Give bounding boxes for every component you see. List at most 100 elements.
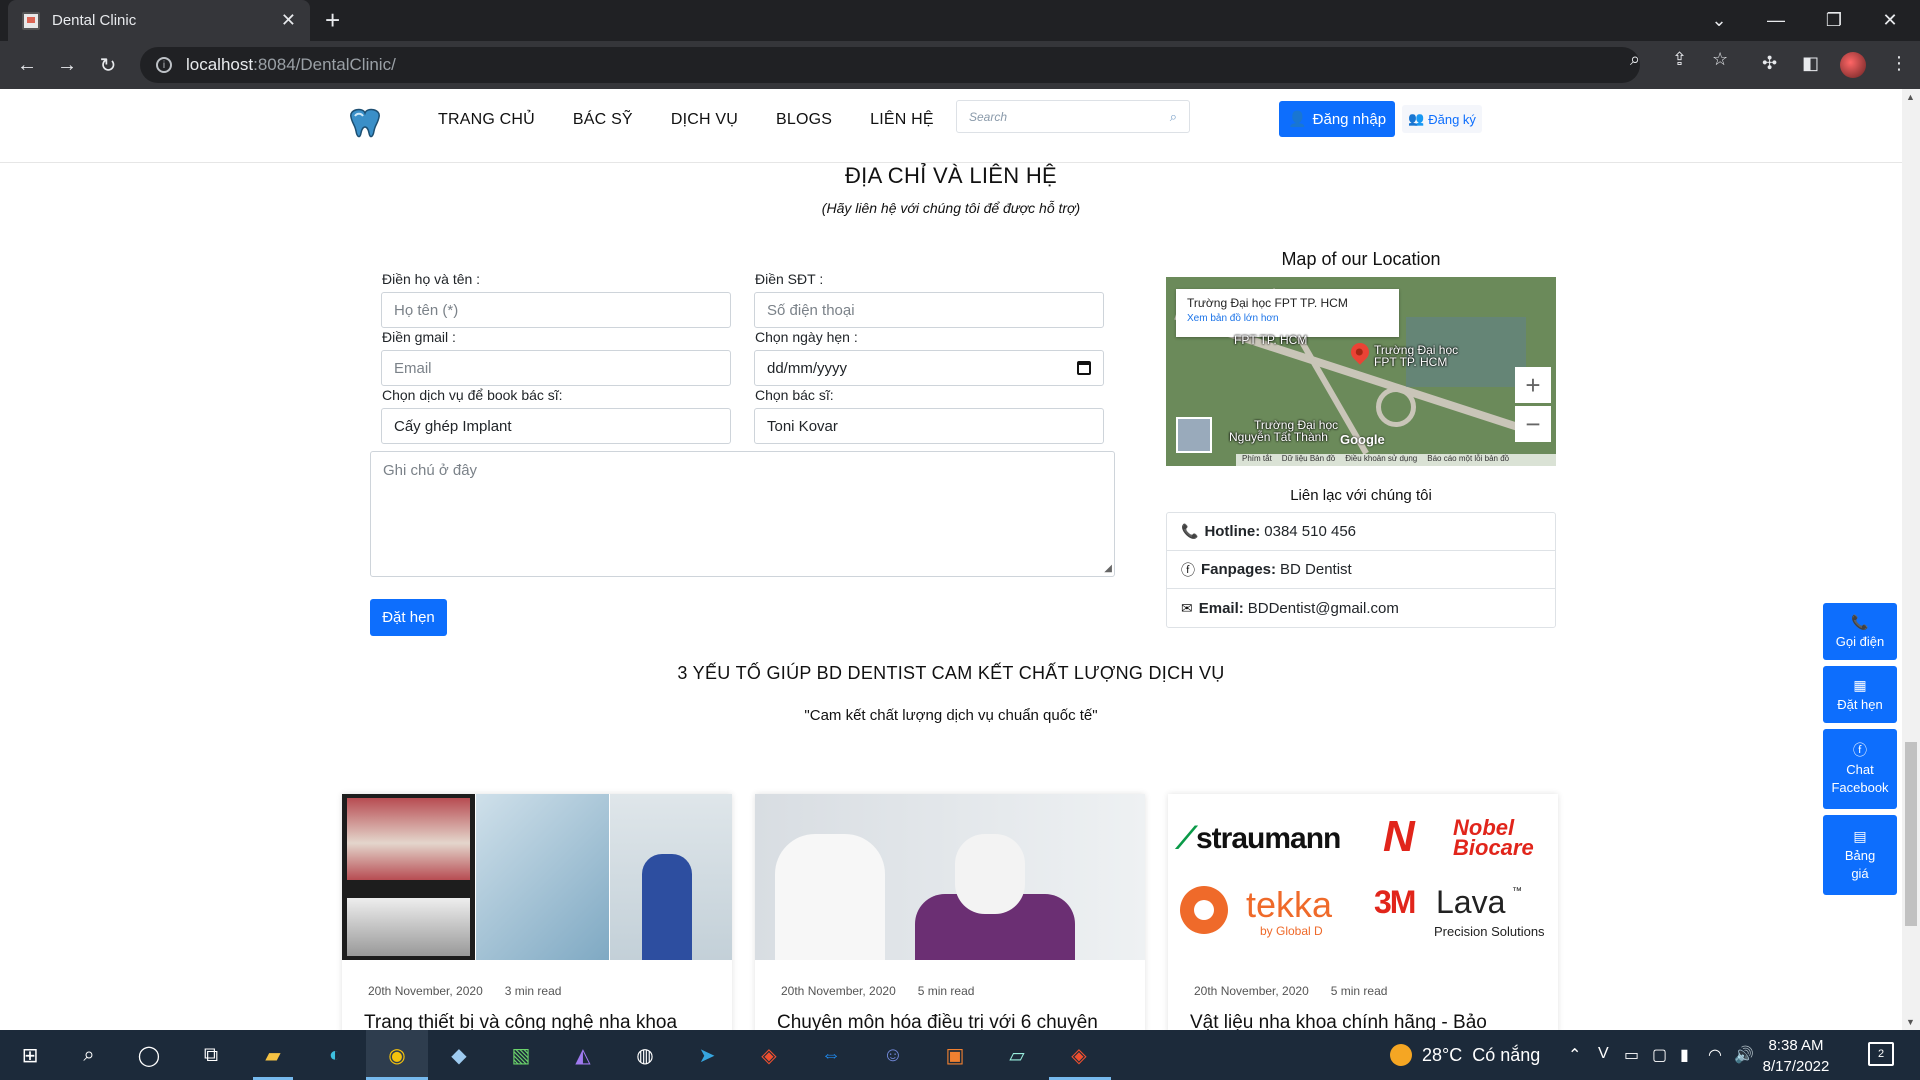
page-scrollbar[interactable]: ▲ ▼ [1902, 89, 1920, 1030]
forward-icon[interactable]: → [55, 53, 79, 77]
price-list-label: Bảng giá [1844, 848, 1876, 881]
service-select[interactable]: Cấy ghép Implant [381, 408, 731, 444]
minimize-button[interactable]: — [1746, 0, 1806, 41]
straumann-logo: ⟋straumann [1176, 822, 1341, 855]
volume-icon[interactable]: 🔊 [1734, 1045, 1754, 1065]
card-image-specialists [755, 794, 1145, 960]
file-explorer-icon[interactable]: ▰ [258, 1040, 288, 1070]
reload-icon[interactable]: ↻ [96, 53, 120, 77]
system-clock[interactable]: 8:38 AM 8/17/2022 [1754, 1035, 1838, 1077]
appointment-button[interactable]: ▦ Đặt hẹn [1823, 666, 1897, 723]
menu-kebab-icon[interactable]: ⋮ [1890, 53, 1908, 74]
search-icon[interactable]: ⌕ [1170, 109, 1177, 125]
scroll-up-icon[interactable]: ▲ [1906, 92, 1915, 102]
calendar-picker-icon[interactable] [1077, 361, 1091, 375]
chevron-up-icon[interactable]: ⌃ [1568, 1045, 1581, 1065]
name-input[interactable]: Họ tên (*) [381, 292, 731, 328]
map-marker-icon[interactable] [1347, 339, 1373, 365]
vector-icon[interactable]: V [1598, 1045, 1609, 1063]
map-footer-report[interactable]: Báo cáo một lỗi bản đồ [1427, 454, 1509, 466]
blog-card[interactable]: ⟋straumann N Nobel Biocare tekka by Globa… [1168, 794, 1558, 1030]
tab-search-icon[interactable]: ⌄ [1689, 0, 1749, 41]
zoom-in-button[interactable]: + [1515, 367, 1551, 403]
google-logo: Google [1340, 432, 1385, 447]
tooth-logo-icon[interactable] [345, 107, 385, 141]
biocare-wordmark: Biocare [1453, 835, 1534, 860]
browser-tab[interactable]: Dental Clinic ✕ [8, 0, 310, 41]
discord-icon[interactable]: ☺ [878, 1040, 908, 1070]
search-icon[interactable]: ⌕ [74, 1040, 104, 1070]
wifi-icon[interactable]: ◠ [1708, 1045, 1722, 1065]
share-icon[interactable]: ⇪ [1672, 49, 1687, 70]
app-icon[interactable]: ▣ [940, 1040, 970, 1070]
card-title[interactable]: Trang thiết bị và công nghệ nha khoa [364, 1012, 677, 1030]
tekka-subtitle: by Global D [1260, 924, 1323, 938]
map-footer-data[interactable]: Dữ liệu Bản đồ [1282, 454, 1335, 466]
google-map[interactable]: Trường Đại học FPT TP. HCM Xem bản đồ lớ… [1166, 277, 1556, 466]
doctor-select[interactable]: Toni Kovar [754, 408, 1104, 444]
tab-close-icon[interactable]: ✕ [281, 10, 296, 31]
map-footer-shortcuts[interactable]: Phím tắt [1242, 454, 1272, 466]
scroll-down-icon[interactable]: ▼ [1906, 1017, 1915, 1027]
side-panel-icon[interactable]: ◧ [1802, 53, 1819, 74]
map-layer-toggle[interactable] [1176, 417, 1212, 453]
meet-icon[interactable]: ▭ [1624, 1045, 1639, 1065]
bookmark-star-icon[interactable]: ☆ [1712, 49, 1728, 70]
weather-widget[interactable]: 28°C Có nắng [1390, 1044, 1540, 1066]
larger-map-link[interactable]: Xem bản đồ lớn hơn [1187, 313, 1388, 324]
battery-icon[interactable]: ▮ [1680, 1045, 1689, 1065]
display-icon[interactable]: ▢ [1652, 1045, 1667, 1065]
blog-card[interactable]: 20th November, 2020 3 min read Trang thiế… [342, 794, 732, 1030]
git-icon[interactable]: ◈ [754, 1040, 784, 1070]
register-button[interactable]: 👥 Đăng ký [1402, 105, 1482, 133]
site-info-icon[interactable]: i [156, 57, 172, 73]
notification-center-icon[interactable]: 2 [1868, 1042, 1894, 1066]
map-label-fpt-top: FPT TP. HCM [1234, 333, 1308, 347]
chat-facebook-button[interactable]: ⓕ Chat Facebook [1823, 729, 1897, 809]
restore-button[interactable]: ❐ [1804, 0, 1864, 41]
nav-dich-vu[interactable]: DỊCH VỤ [671, 111, 738, 129]
date-input[interactable]: dd/mm/yyyy [754, 350, 1104, 386]
git-gui-icon[interactable]: ◈ [1064, 1040, 1094, 1070]
card-title[interactable]: Vật liệu nha khoa chính hãng - Bảo [1190, 1012, 1487, 1030]
address-bar[interactable]: i localhost:8084/DentalClinic/ [140, 47, 1640, 83]
excel-icon[interactable]: ▧ [506, 1040, 536, 1070]
blog-card[interactable]: 20th November, 2020 5 min read Chuyên môn… [755, 794, 1145, 1030]
nav-lien-he[interactable]: LIÊN HỆ [870, 111, 934, 129]
price-list-button[interactable]: ▤ Bảng giá [1823, 815, 1897, 895]
zoom-out-button[interactable]: − [1515, 406, 1551, 442]
teamviewer-icon[interactable]: ⇔ [816, 1040, 846, 1070]
nav-trang-chu[interactable]: TRANG CHỦ [438, 111, 535, 129]
cortana-icon[interactable]: ◯ [134, 1040, 164, 1070]
visual-studio-icon[interactable]: ◭ [568, 1040, 598, 1070]
task-view-icon[interactable]: ⧉ [196, 1040, 226, 1070]
zalo-icon[interactable]: ◍ [630, 1040, 660, 1070]
scrollbar-thumb[interactable] [1905, 742, 1917, 926]
map-footer-terms[interactable]: Điều khoản sử dụng [1345, 454, 1417, 466]
login-button[interactable]: 👤 Đăng nhập [1279, 101, 1395, 137]
profile-avatar[interactable] [1840, 52, 1866, 78]
extensions-icon[interactable]: ✣ [1762, 53, 1777, 74]
virtualbox-icon[interactable]: ◆ [444, 1040, 474, 1070]
nav-bac-sy[interactable]: BÁC SỸ [573, 111, 633, 129]
windows-start-icon[interactable]: ⊞ [15, 1040, 45, 1070]
edge-icon[interactable]: ◐ [320, 1040, 350, 1070]
email-input[interactable]: Email [381, 350, 731, 386]
card-title[interactable]: Chuyên môn hóa điều trị với 6 chuyên [777, 1012, 1098, 1030]
chrome-icon[interactable]: ◉ [382, 1040, 412, 1070]
back-icon[interactable]: ← [15, 53, 39, 77]
resize-grip-icon[interactable]: ◢ [1104, 563, 1112, 574]
notes-icon[interactable]: ▱ [1002, 1040, 1032, 1070]
call-button[interactable]: 📞 Gọi điện [1823, 603, 1897, 660]
close-window-button[interactable]: ✕ [1860, 0, 1920, 41]
phone-input[interactable]: Số điện thoại [754, 292, 1104, 328]
book-appointment-button[interactable]: Đặt hẹn [370, 599, 447, 636]
telegram-icon[interactable]: ➤ [692, 1040, 722, 1070]
new-tab-button[interactable]: + [325, 6, 340, 34]
search-input[interactable] [969, 109, 1170, 124]
zoom-icon[interactable]: ⌕ [1630, 49, 1640, 70]
nav-blogs[interactable]: BLOGS [776, 111, 832, 129]
url-path: :8084/DentalClinic/ [253, 55, 396, 74]
note-textarea[interactable]: Ghi chú ở đây ◢ [370, 451, 1115, 577]
fanpage-value: BD Dentist [1280, 561, 1352, 578]
